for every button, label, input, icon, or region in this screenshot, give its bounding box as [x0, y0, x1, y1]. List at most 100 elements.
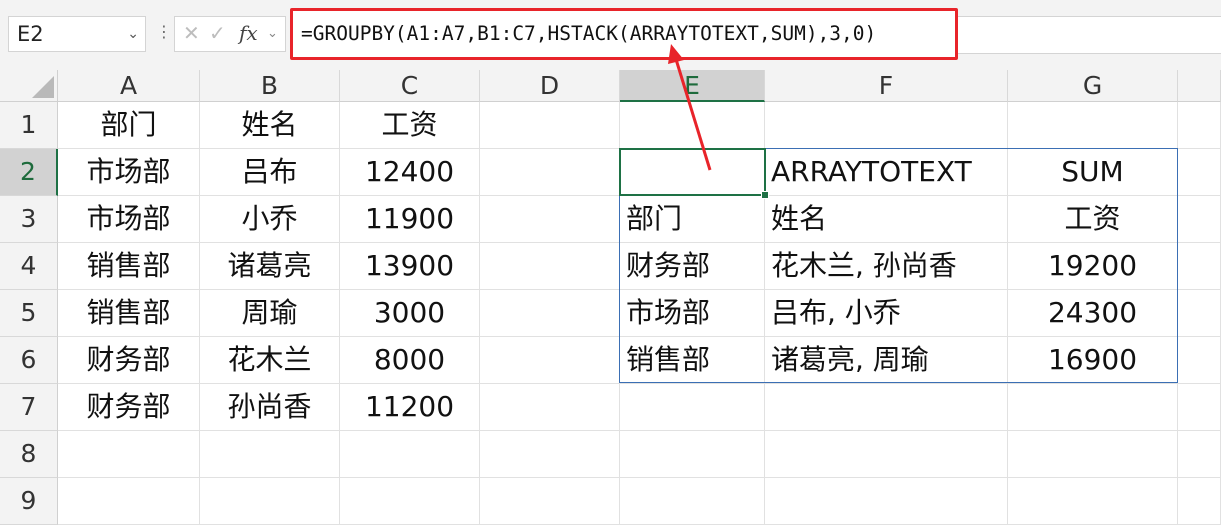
cell-a5[interactable]: 销售部 [58, 290, 200, 337]
cell-g1[interactable] [1008, 102, 1178, 149]
cell-b5[interactable]: 周瑜 [200, 290, 340, 337]
cell-a4[interactable]: 销售部 [58, 243, 200, 290]
cell-d9[interactable] [480, 478, 620, 525]
row-header-9[interactable]: 9 [0, 478, 58, 525]
close-icon[interactable]: ✕ [183, 21, 200, 45]
more-options-icon[interactable]: ⋮ [156, 22, 172, 41]
cell-h6[interactable] [1178, 337, 1221, 384]
cell-d3[interactable] [480, 196, 620, 243]
column-header-h[interactable] [1178, 70, 1221, 102]
cell-d7[interactable] [480, 384, 620, 431]
cell-c6[interactable]: 8000 [340, 337, 480, 384]
cell-c5[interactable]: 3000 [340, 290, 480, 337]
cell-h5[interactable] [1178, 290, 1221, 337]
cell-f3[interactable]: 姓名 [765, 196, 1008, 243]
cell-e7[interactable] [620, 384, 765, 431]
cell-d8[interactable] [480, 431, 620, 478]
row-header-5[interactable]: 5 [0, 290, 58, 337]
cell-g7[interactable] [1008, 384, 1178, 431]
cell-f8[interactable] [765, 431, 1008, 478]
cell-d5[interactable] [480, 290, 620, 337]
row-header-6[interactable]: 6 [0, 337, 58, 384]
column-header-f[interactable]: F [765, 70, 1008, 102]
cell-e4[interactable]: 财务部 [620, 243, 765, 290]
select-all-corner[interactable] [0, 70, 58, 102]
cell-g9[interactable] [1008, 478, 1178, 525]
cell-a3[interactable]: 市场部 [58, 196, 200, 243]
cell-a6[interactable]: 财务部 [58, 337, 200, 384]
cell-a7[interactable]: 财务部 [58, 384, 200, 431]
cell-e6[interactable]: 销售部 [620, 337, 765, 384]
column-header-g[interactable]: G [1008, 70, 1178, 102]
row-header-7[interactable]: 7 [0, 384, 58, 431]
cell-e5[interactable]: 市场部 [620, 290, 765, 337]
cell-c8[interactable] [340, 431, 480, 478]
cell-a1[interactable]: 部门 [58, 102, 200, 149]
cell-h2[interactable] [1178, 149, 1221, 196]
chevron-down-icon[interactable]: ⌄ [267, 26, 278, 41]
cell-g8[interactable] [1008, 431, 1178, 478]
cell-c9[interactable] [340, 478, 480, 525]
cell-c7[interactable]: 11200 [340, 384, 480, 431]
column-header-d[interactable]: D [480, 70, 620, 102]
cell-d2[interactable] [480, 149, 620, 196]
cell-g3[interactable]: 工资 [1008, 196, 1178, 243]
row-header-4[interactable]: 4 [0, 243, 58, 290]
cell-e9[interactable] [620, 478, 765, 525]
row-header-3[interactable]: 3 [0, 196, 58, 243]
check-icon[interactable]: ✓ [209, 21, 226, 45]
cell-f5[interactable]: 吕布, 小乔 [765, 290, 1008, 337]
cell-b1[interactable]: 姓名 [200, 102, 340, 149]
cell-f7[interactable] [765, 384, 1008, 431]
cell-f9[interactable] [765, 478, 1008, 525]
cell-h7[interactable] [1178, 384, 1221, 431]
cell-b9[interactable] [200, 478, 340, 525]
cell-d6[interactable] [480, 337, 620, 384]
cell-d1[interactable] [480, 102, 620, 149]
row-header-8[interactable]: 8 [0, 431, 58, 478]
cell-c1[interactable]: 工资 [340, 102, 480, 149]
cell-a8[interactable] [58, 431, 200, 478]
cell-c4[interactable]: 13900 [340, 243, 480, 290]
cell-f2[interactable]: ARRAYTOTEXT [765, 149, 1008, 196]
column-header-e[interactable]: E [620, 70, 765, 102]
cell-b8[interactable] [200, 431, 340, 478]
cell-b7[interactable]: 孙尚香 [200, 384, 340, 431]
cell-h4[interactable] [1178, 243, 1221, 290]
cell-a2[interactable]: 市场部 [58, 149, 200, 196]
cell-b4[interactable]: 诸葛亮 [200, 243, 340, 290]
insert-function-icon[interactable]: fx [239, 21, 258, 45]
cell-e3[interactable]: 部门 [620, 196, 765, 243]
cell-g6[interactable]: 16900 [1008, 337, 1178, 384]
cell-f1[interactable] [765, 102, 1008, 149]
cell-f4[interactable]: 花木兰, 孙尚香 [765, 243, 1008, 290]
row-header-1[interactable]: 1 [0, 102, 58, 149]
cell-g4[interactable]: 19200 [1008, 243, 1178, 290]
cell-h9[interactable] [1178, 478, 1221, 525]
cell-f6[interactable]: 诸葛亮, 周瑜 [765, 337, 1008, 384]
chevron-down-icon[interactable]: ⌄ [127, 17, 139, 51]
column-header-c[interactable]: C [340, 70, 480, 102]
formula-input[interactable]: =GROUPBY(A1:A7,B1:C7,HSTACK(ARRAYTOTEXT,… [290, 8, 958, 60]
cell-b6[interactable]: 花木兰 [200, 337, 340, 384]
cell-h8[interactable] [1178, 431, 1221, 478]
column-header-b[interactable]: B [200, 70, 340, 102]
cell-d4[interactable] [480, 243, 620, 290]
column-header-a[interactable]: A [58, 70, 200, 102]
cell-e8[interactable] [620, 431, 765, 478]
formula-controls: ✕ ✓ fx ⌄ [174, 16, 286, 52]
cell-g5[interactable]: 24300 [1008, 290, 1178, 337]
cell-a9[interactable] [58, 478, 200, 525]
cell-g2[interactable]: SUM [1008, 149, 1178, 196]
cell-e2[interactable] [620, 149, 765, 196]
cell-h1[interactable] [1178, 102, 1221, 149]
cell-c2[interactable]: 12400 [340, 149, 480, 196]
row-header-2[interactable]: 2 [0, 149, 58, 196]
name-box[interactable]: E2 ⌄ [8, 16, 146, 52]
cell-b2[interactable]: 吕布 [200, 149, 340, 196]
cell-b3[interactable]: 小乔 [200, 196, 340, 243]
cell-h3[interactable] [1178, 196, 1221, 243]
cell-c3[interactable]: 11900 [340, 196, 480, 243]
formula-bar-extension[interactable] [958, 16, 1221, 54]
cell-e1[interactable] [620, 102, 765, 149]
